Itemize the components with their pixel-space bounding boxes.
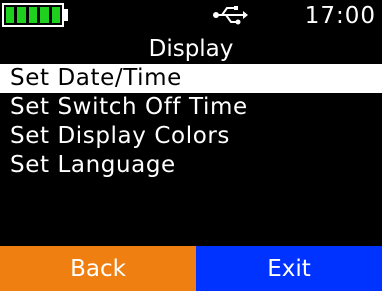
menu-item-set-switch-off-time[interactable]: Set Switch Off Time — [0, 93, 382, 122]
settings-menu: Set Date/Time Set Switch Off Time Set Di… — [0, 64, 382, 180]
battery-cell — [17, 7, 26, 23]
softkey-bar: Back Exit — [0, 246, 382, 291]
usb-icon — [213, 6, 248, 25]
menu-item-set-display-colors[interactable]: Set Display Colors — [0, 122, 382, 151]
battery-tip — [64, 9, 68, 21]
clock: 17:00 — [304, 3, 376, 29]
back-button[interactable]: Back — [0, 246, 196, 291]
exit-button[interactable]: Exit — [196, 246, 382, 291]
battery-icon — [2, 3, 64, 27]
page-title: Display — [148, 36, 234, 62]
battery-cell — [28, 7, 38, 23]
battery-cell — [40, 7, 49, 23]
menu-item-set-date-time[interactable]: Set Date/Time — [0, 64, 382, 93]
status-bar: 17:00 — [0, 0, 382, 34]
menu-item-set-language[interactable]: Set Language — [0, 151, 382, 180]
battery-cell — [6, 7, 15, 23]
battery-cell — [51, 7, 61, 23]
